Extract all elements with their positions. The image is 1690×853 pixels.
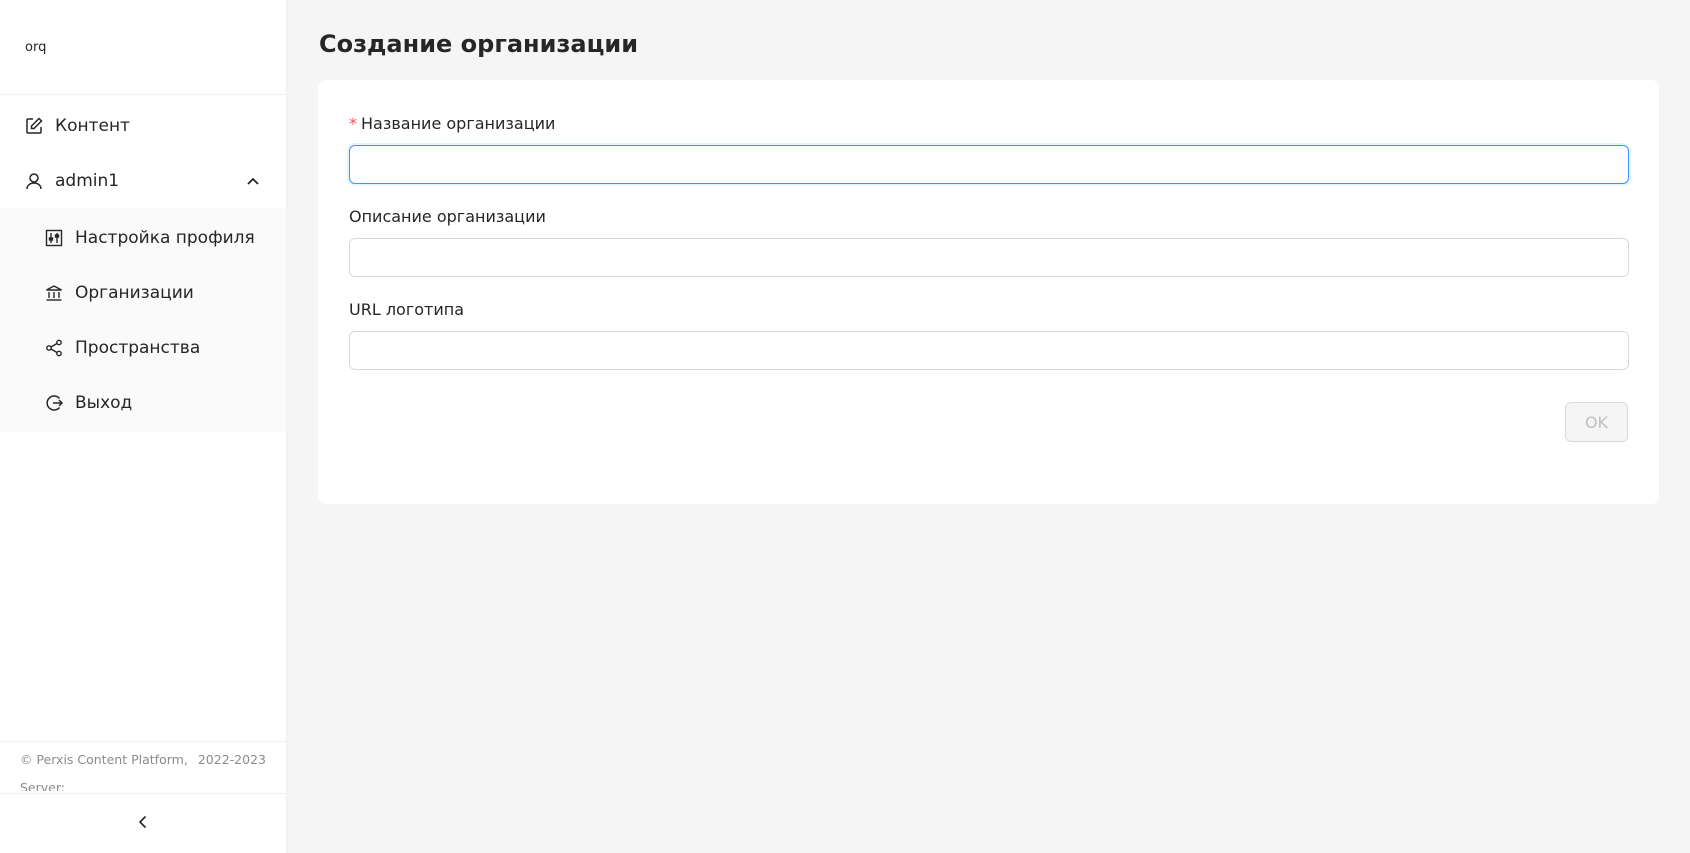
sidebar-item-content[interactable]: Контент — [0, 98, 286, 153]
share-icon — [45, 339, 63, 357]
sidebar-item-label: Организации — [75, 282, 194, 303]
name-field-group: * Название организации — [349, 114, 1629, 184]
sidebar-item-label: Настройка профиля — [75, 227, 255, 248]
form-actions: OK — [349, 393, 1628, 442]
sidebar-item-label: Выход — [75, 392, 133, 413]
footer-server: Server: — [20, 780, 65, 791]
logo-url-input[interactable] — [349, 331, 1629, 370]
sidebar: orq Контент admin1 Настройка профиля Орг… — [0, 0, 287, 853]
ok-button[interactable]: OK — [1565, 402, 1628, 442]
organization-name-input[interactable] — [349, 145, 1629, 184]
sliders-icon — [45, 229, 63, 247]
name-label: * Название организации — [349, 114, 1628, 133]
org-logo-area[interactable]: orq — [0, 0, 286, 95]
app-root: orq Контент admin1 Настройка профиля Орг… — [0, 0, 1690, 853]
logo-url-label: URL логотипа — [349, 300, 465, 319]
footer-years: 2022-2023 — [197, 752, 266, 767]
sidebar-item-label: Пространства — [75, 337, 201, 358]
collapse-sidebar-button[interactable] — [0, 793, 286, 853]
sidebar-footer: © Perxis Content Platform, 2022-2023 Ser… — [0, 741, 286, 791]
logout-icon — [45, 394, 63, 412]
bank-icon — [45, 284, 63, 302]
organization-description-input[interactable] — [349, 238, 1629, 277]
description-label: Описание организации — [349, 207, 546, 226]
required-marker: * — [349, 114, 357, 133]
sidebar-item-organizations[interactable]: Организации — [0, 265, 286, 320]
sidebar-item-label: Контент — [55, 115, 130, 136]
sidebar-item-user[interactable]: admin1 — [0, 153, 286, 208]
page-title: Создание организации — [319, 30, 639, 58]
sidebar-item-profile-settings[interactable]: Настройка профиля — [0, 210, 286, 265]
logo-field-group: URL логотипа — [349, 300, 1629, 370]
edit-icon — [25, 116, 43, 135]
name-label-text: Название организации — [361, 114, 556, 133]
user-icon — [25, 172, 43, 190]
user-submenu: Настройка профиля Организации Пространст… — [0, 208, 286, 432]
create-organization-form: * Название организации Описание организац… — [318, 80, 1659, 504]
chevron-left-icon — [135, 814, 151, 834]
chevron-up-icon[interactable] — [246, 174, 260, 188]
footer-copyright: © Perxis Content Platform, — [20, 752, 188, 767]
sidebar-item-logout[interactable]: Выход — [0, 375, 286, 430]
org-label: orq — [25, 39, 47, 55]
sidebar-item-label: admin1 — [55, 170, 120, 191]
main-content: Создание организации * Название организац… — [287, 0, 1690, 853]
description-field-group: Описание организации — [349, 207, 1629, 277]
sidebar-item-spaces[interactable]: Пространства — [0, 320, 286, 375]
